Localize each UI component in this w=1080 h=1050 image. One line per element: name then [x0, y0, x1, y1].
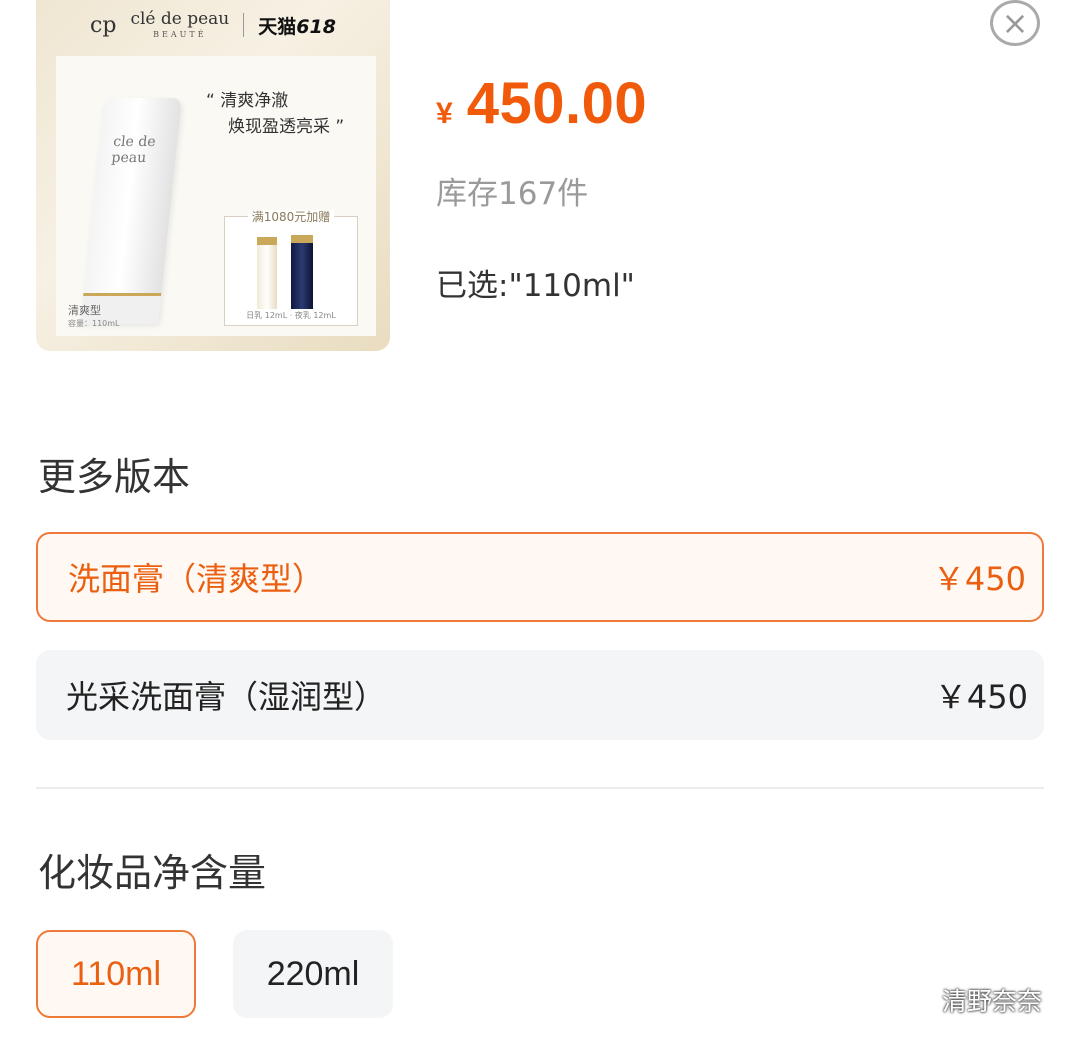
close-button[interactable]: ×: [990, 0, 1040, 46]
day-emulsion-bottle: [257, 237, 277, 309]
product-image[interactable]: cp clé de peau BEAUTÉ 天猫618 cle de peau …: [36, 0, 390, 351]
close-icon: ×: [1001, 4, 1029, 42]
gift-caption: 日乳 12mL · 夜乳 12mL: [246, 311, 336, 320]
type-caption: 清爽型: [68, 304, 101, 317]
brand-sub: BEAUTÉ: [153, 30, 207, 39]
brand-divider: [243, 13, 245, 37]
version-option-label: 光采洗面膏（湿润型）: [66, 678, 387, 716]
brand-name: clé de peau: [130, 9, 230, 29]
night-emulsion-bottle: [291, 235, 313, 309]
brand-mark-icon: cp: [90, 12, 117, 38]
wechat-icon: [898, 985, 934, 1014]
price: ¥ 450.00: [436, 70, 647, 137]
version-option-price: ￥450: [934, 678, 1028, 716]
cleanser-tube: cle de peau: [80, 98, 182, 324]
volume-option-110ml[interactable]: 110ml: [36, 930, 196, 1018]
gift-title: 满1080元加赠: [247, 210, 335, 224]
image-slogan: “ 清爽净澈 焕现盈透亮采 ”: [206, 88, 344, 140]
versions-section-title: 更多版本: [38, 455, 191, 499]
volume-option-220ml[interactable]: 220ml: [233, 930, 393, 1018]
slogan-line-2: 焕现盈透亮采 ”: [228, 117, 345, 137]
image-card: cle de peau “ 清爽净澈 焕现盈透亮采 ” 满1080元加赠 日乳 …: [56, 56, 376, 336]
slogan-line-1: “ 清爽净澈: [206, 91, 289, 111]
tmall-text: 天猫: [258, 15, 297, 38]
brand-logo: clé de peau BEAUTÉ: [130, 11, 229, 39]
stock-text: 库存167件: [436, 176, 589, 212]
price-value: 450.00: [466, 71, 648, 136]
version-option-label: 洗面膏（清爽型）: [68, 560, 325, 598]
sku-selector-panel: cp clé de peau BEAUTÉ 天猫618 cle de peau …: [0, 0, 1080, 1050]
section-divider: [36, 787, 1044, 789]
watermark: 清野奈奈: [898, 982, 1042, 1018]
volume-option-label: 110ml: [70, 954, 162, 993]
gift-box: 满1080元加赠 日乳 12mL · 夜乳 12mL: [224, 210, 358, 326]
version-option-refreshing[interactable]: 洗面膏（清爽型） ￥450: [36, 532, 1044, 622]
version-option-price: ￥450: [932, 560, 1026, 598]
volume-option-label: 220ml: [266, 954, 360, 993]
selected-spec-text: 已选:"110ml": [436, 268, 635, 304]
tube-logo: cle de peau: [110, 134, 157, 166]
currency-symbol: ¥: [436, 97, 453, 130]
version-option-moisturizing[interactable]: 光采洗面膏（湿润型） ￥450: [36, 650, 1044, 740]
tmall-618: 618: [296, 15, 336, 38]
size-caption: 容量：110mL: [68, 319, 120, 328]
image-brand-bar: cp clé de peau BEAUTÉ 天猫618: [36, 0, 390, 50]
tmall-logo: 天猫618: [258, 12, 336, 39]
volume-section-title: 化妆品净含量: [38, 851, 267, 895]
watermark-text: 清野奈奈: [942, 987, 1043, 1016]
